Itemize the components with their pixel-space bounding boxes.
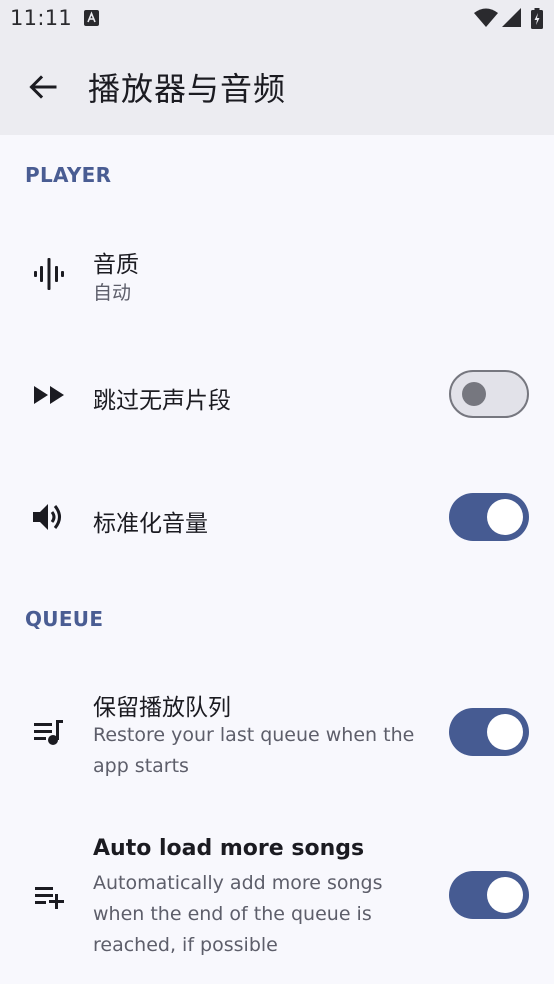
switch-thumb [462,381,486,406]
waveform-icon [31,256,67,292]
persistent-queue-description: Restore your last queue when the app sta… [93,724,415,777]
notification-icon [84,10,99,26]
arrow-back-icon [29,75,57,99]
auto-load-more-description: Automatically add more songs when the en… [93,872,383,956]
persistent-queue-title: 保留播放队列 [93,695,231,721]
switch-thumb [487,499,523,535]
top-app-bar: 11:11 播放器与音频 [0,0,554,135]
section-header-player: PLAYER [25,163,112,187]
cell-signal-icon [502,8,521,27]
normalize-volume-title: 标准化音量 [93,511,208,537]
fast-forward-icon [31,377,67,413]
queue-music-icon [31,715,67,751]
wifi-icon [474,8,498,27]
status-bar: 11:11 [0,0,554,38]
skip-silence-title: 跳过无声片段 [93,388,231,414]
auto-load-more-switch[interactable] [449,871,529,919]
switch-thumb [487,714,523,750]
page-title: 播放器与音频 [88,70,287,108]
switch-thumb [487,877,523,913]
back-button[interactable] [22,66,64,108]
status-time: 11:11 [10,6,73,30]
section-header-queue: QUEUE [25,607,104,631]
audio-quality-value: 自动 [93,282,132,304]
volume-icon [31,499,67,535]
audio-quality-title: 音质 [93,252,139,278]
skip-silence-switch[interactable] [449,370,529,418]
auto-load-more-title: Auto load more songs [93,836,365,861]
battery-icon [531,8,543,29]
normalize-volume-switch[interactable] [449,493,529,541]
persistent-queue-switch[interactable] [449,708,529,756]
playlist-add-icon [31,879,67,915]
